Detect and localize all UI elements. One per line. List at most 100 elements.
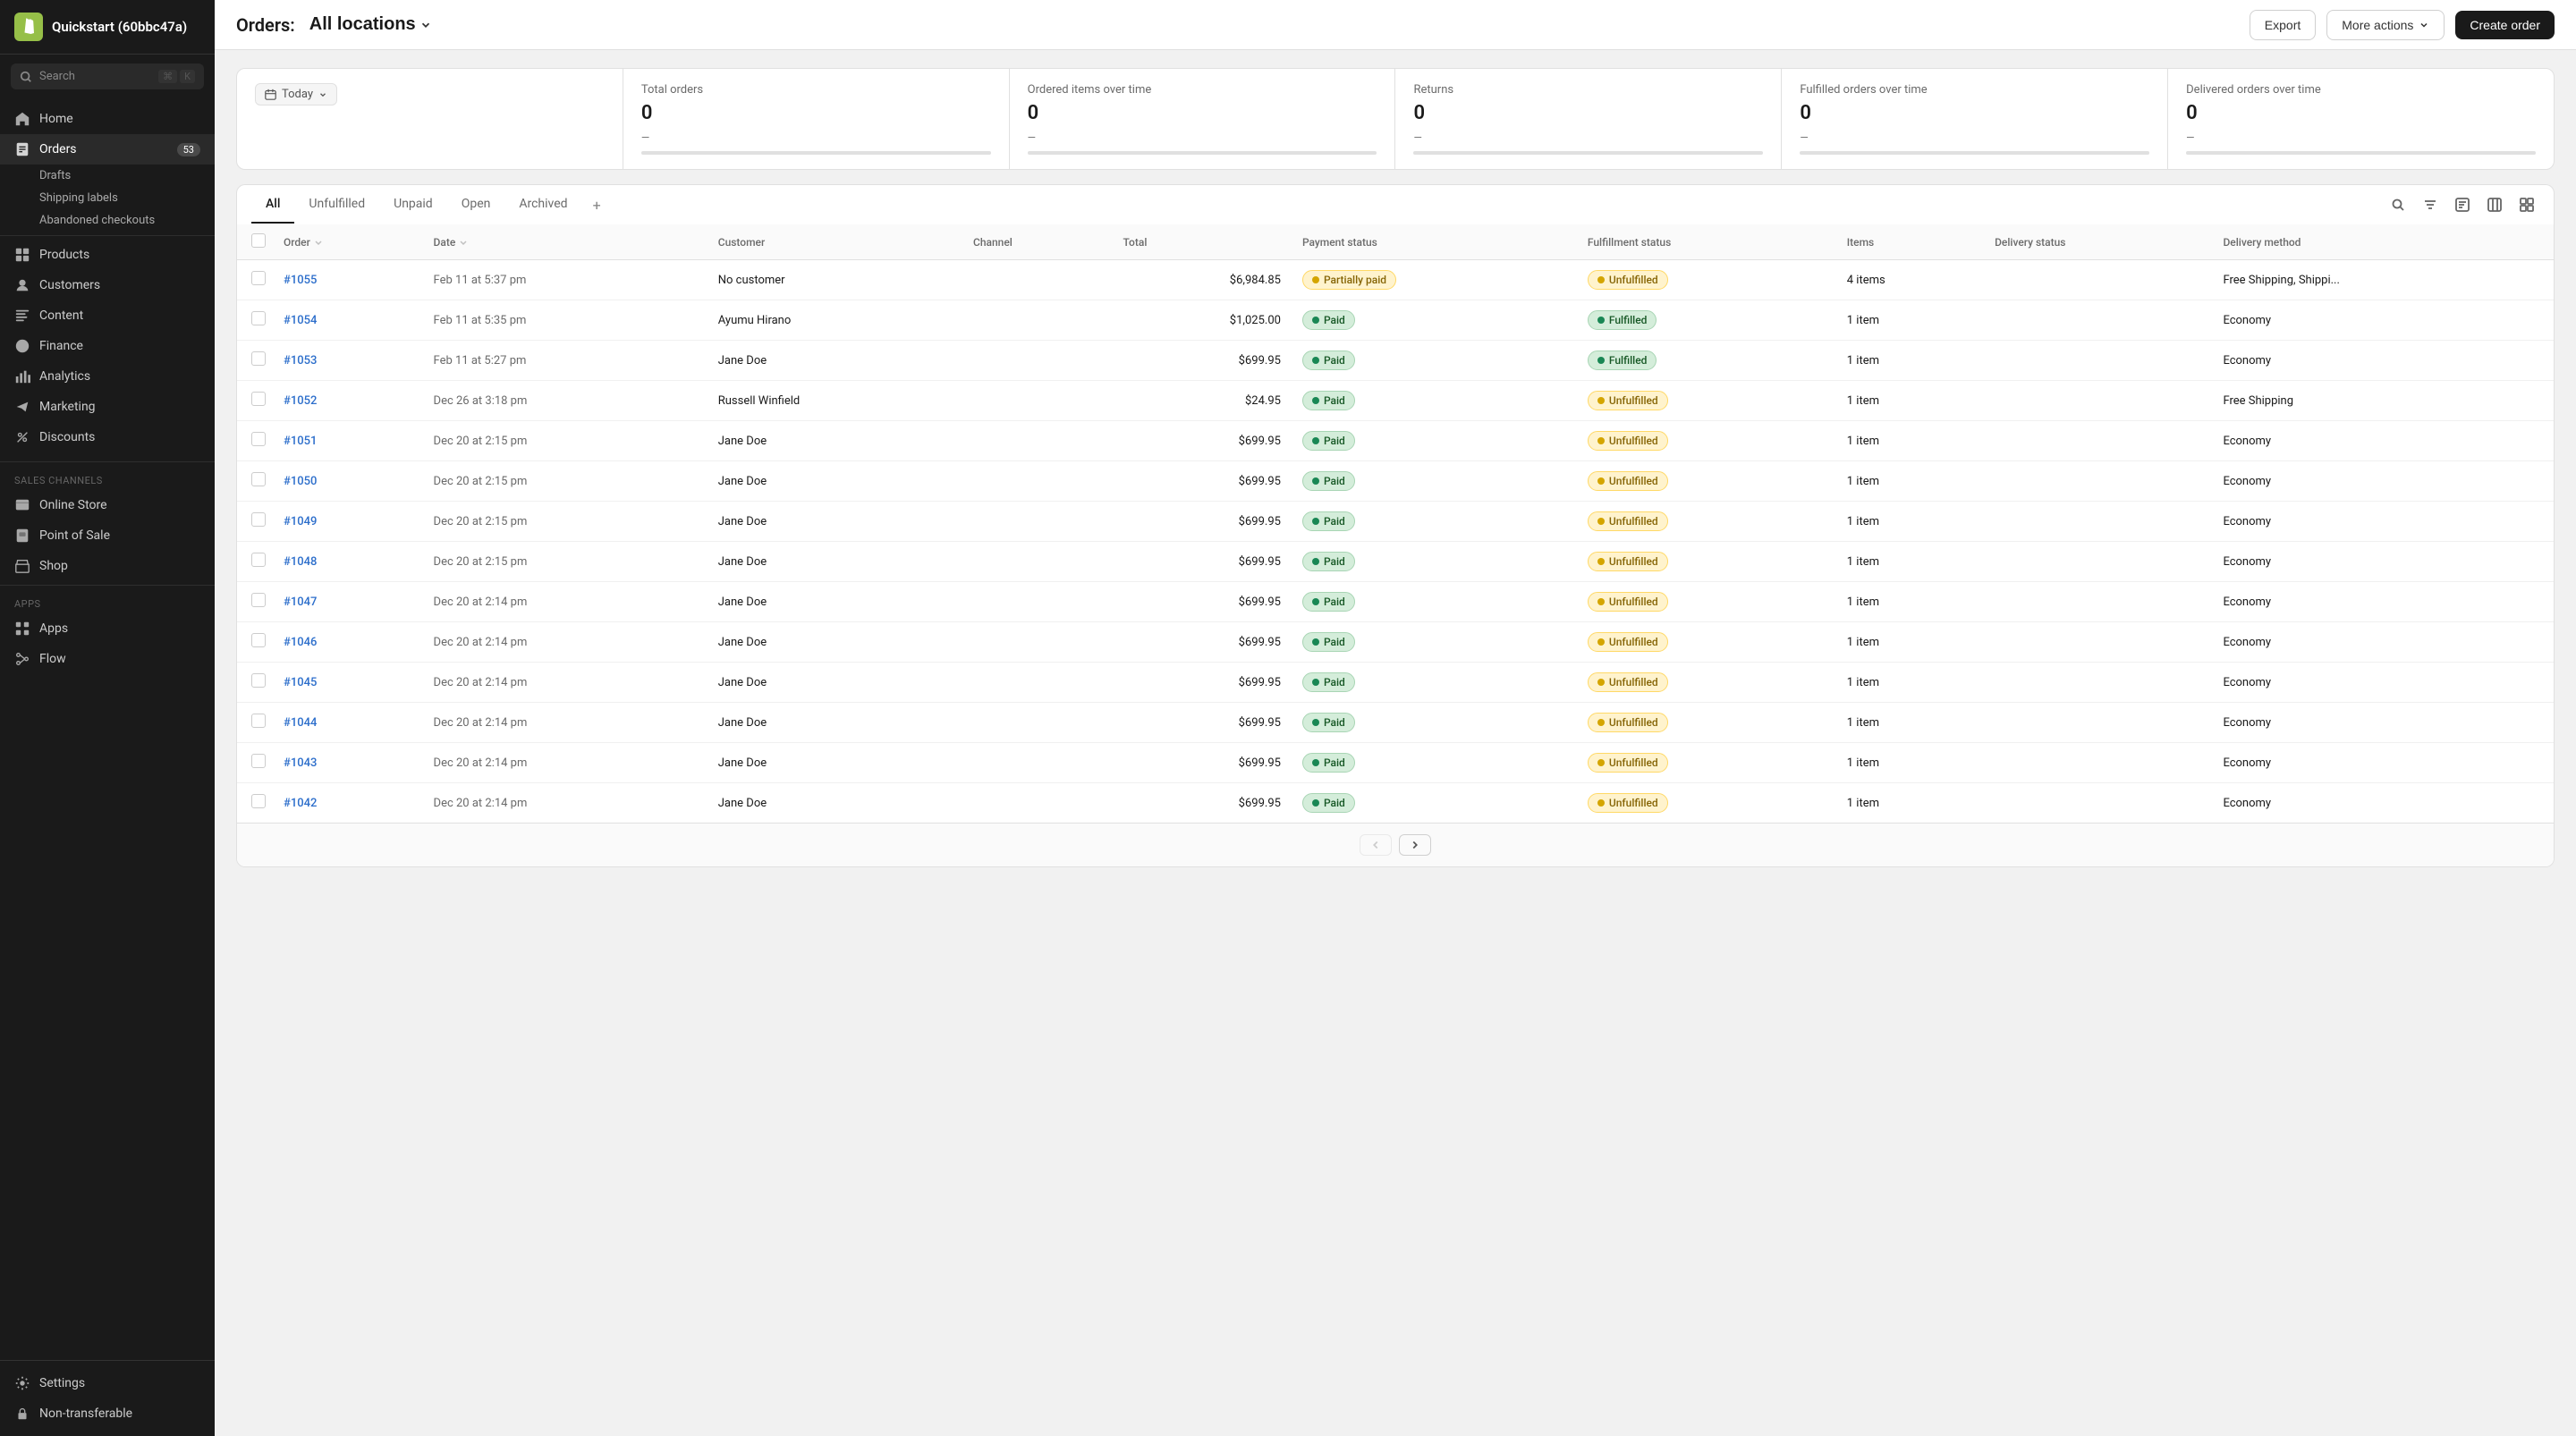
sidebar-item-online-store[interactable]: Online Store: [0, 490, 215, 520]
row-checkbox[interactable]: [251, 351, 266, 366]
order-link[interactable]: #1045: [284, 676, 317, 689]
columns-button[interactable]: [2482, 192, 2507, 217]
order-link[interactable]: #1055: [284, 274, 317, 287]
order-link[interactable]: #1046: [284, 636, 317, 649]
table-row[interactable]: #1046 Dec 20 at 2:14 pm Jane Doe $699.95…: [237, 622, 2554, 663]
sidebar-item-analytics[interactable]: Analytics: [0, 361, 215, 392]
sidebar-item-point-of-sale[interactable]: Point of Sale: [0, 520, 215, 551]
table-row[interactable]: #1050 Dec 20 at 2:15 pm Jane Doe $699.95…: [237, 461, 2554, 502]
sidebar-item-products[interactable]: Products: [0, 240, 215, 270]
sidebar-item-content[interactable]: Content: [0, 300, 215, 331]
sidebar-item-non-transferable[interactable]: Non-transferable: [0, 1398, 215, 1429]
order-link[interactable]: #1054: [284, 314, 317, 327]
row-checkbox[interactable]: [251, 271, 266, 285]
table-row[interactable]: #1051 Dec 20 at 2:15 pm Jane Doe $699.95…: [237, 421, 2554, 461]
col-delivery-method[interactable]: Delivery method: [2212, 224, 2554, 260]
col-total[interactable]: Total: [1113, 224, 1292, 260]
order-link[interactable]: #1043: [284, 756, 317, 770]
sidebar-item-label: Settings: [39, 1376, 85, 1390]
col-customer[interactable]: Customer: [708, 224, 962, 260]
table-row[interactable]: #1054 Feb 11 at 5:35 pm Ayumu Hirano $1,…: [237, 300, 2554, 341]
row-checkbox[interactable]: [251, 593, 266, 607]
add-tab-button[interactable]: +: [582, 188, 612, 223]
sort-button[interactable]: [2450, 192, 2475, 217]
col-payment-status[interactable]: Payment status: [1292, 224, 1577, 260]
export-button[interactable]: Export: [2250, 10, 2316, 40]
search-bar[interactable]: Search ⌘ K: [11, 63, 204, 89]
order-link[interactable]: #1049: [284, 515, 317, 528]
pagination-prev-button[interactable]: [1360, 834, 1392, 856]
more-actions-button[interactable]: More actions: [2326, 10, 2445, 40]
table-row[interactable]: #1042 Dec 20 at 2:14 pm Jane Doe $699.95…: [237, 783, 2554, 824]
tab-archived[interactable]: Archived: [504, 186, 581, 224]
row-checkbox[interactable]: [251, 673, 266, 688]
today-badge[interactable]: Today: [255, 83, 337, 106]
order-link[interactable]: #1044: [284, 716, 317, 730]
order-link[interactable]: #1048: [284, 555, 317, 569]
sidebar-item-settings[interactable]: Settings: [0, 1368, 215, 1398]
filter-button[interactable]: [2418, 192, 2443, 217]
row-checkbox[interactable]: [251, 432, 266, 446]
row-checkbox[interactable]: [251, 794, 266, 808]
sidebar-item-discounts[interactable]: Discounts: [0, 422, 215, 452]
col-channel[interactable]: Channel: [962, 224, 1113, 260]
row-checkbox[interactable]: [251, 714, 266, 728]
table-row[interactable]: #1044 Dec 20 at 2:14 pm Jane Doe $699.95…: [237, 703, 2554, 743]
order-link[interactable]: #1047: [284, 596, 317, 609]
col-items[interactable]: Items: [1836, 224, 1984, 260]
row-checkbox[interactable]: [251, 311, 266, 325]
sidebar-item-apps[interactable]: Apps: [0, 613, 215, 644]
tab-all[interactable]: All: [251, 186, 294, 224]
select-all-checkbox[interactable]: [251, 233, 266, 248]
row-checkbox[interactable]: [251, 754, 266, 768]
order-link[interactable]: #1042: [284, 797, 317, 810]
order-link[interactable]: #1052: [284, 394, 317, 408]
sidebar-item-abandoned-checkouts[interactable]: Abandoned checkouts: [39, 209, 215, 232]
sidebar-item-label: Customers: [39, 278, 100, 292]
table-row[interactable]: #1045 Dec 20 at 2:14 pm Jane Doe $699.95…: [237, 663, 2554, 703]
sidebar-item-marketing[interactable]: Marketing: [0, 392, 215, 422]
col-fulfillment-status[interactable]: Fulfillment status: [1577, 224, 1836, 260]
order-link[interactable]: #1053: [284, 354, 317, 367]
table-row[interactable]: #1049 Dec 20 at 2:15 pm Jane Doe $699.95…: [237, 502, 2554, 542]
table-row[interactable]: #1053 Feb 11 at 5:27 pm Jane Doe $699.95…: [237, 341, 2554, 381]
table-row[interactable]: #1043 Dec 20 at 2:14 pm Jane Doe $699.95…: [237, 743, 2554, 783]
pagination-next-button[interactable]: [1399, 834, 1431, 856]
row-checkbox[interactable]: [251, 472, 266, 486]
table-row[interactable]: #1052 Dec 26 at 3:18 pm Russell Winfield…: [237, 381, 2554, 421]
tab-unpaid[interactable]: Unpaid: [379, 186, 447, 224]
cell-fulfillment-status: Unfulfilled: [1577, 381, 1836, 421]
table-row[interactable]: #1048 Dec 20 at 2:15 pm Jane Doe $699.95…: [237, 542, 2554, 582]
sidebar-item-flow[interactable]: Flow: [0, 644, 215, 674]
sidebar-item-label: Point of Sale: [39, 528, 110, 543]
cell-items: 1 item: [1836, 582, 1984, 622]
cell-customer: Jane Doe: [708, 783, 962, 824]
tab-open[interactable]: Open: [447, 186, 505, 224]
sidebar-item-shop[interactable]: Shop: [0, 551, 215, 581]
table-row[interactable]: #1055 Feb 11 at 5:37 pm No customer $6,9…: [237, 260, 2554, 300]
order-link[interactable]: #1050: [284, 475, 317, 488]
create-order-button[interactable]: Create order: [2455, 11, 2555, 39]
orders-table-wrapper: Order Date Customer Channel Total Paymen…: [236, 224, 2555, 867]
sidebar-item-orders[interactable]: Orders 53: [0, 134, 215, 165]
sidebar-item-home[interactable]: Home: [0, 104, 215, 134]
tab-unfulfilled[interactable]: Unfulfilled: [294, 186, 379, 224]
col-order[interactable]: Order: [273, 224, 423, 260]
sidebar-item-shipping-labels[interactable]: Shipping labels: [39, 187, 215, 209]
location-selector-button[interactable]: All locations: [302, 11, 439, 38]
payment-dot: [1312, 437, 1319, 444]
order-link[interactable]: #1051: [284, 435, 317, 448]
table-row[interactable]: #1047 Dec 20 at 2:14 pm Jane Doe $699.95…: [237, 582, 2554, 622]
row-checkbox[interactable]: [251, 512, 266, 527]
row-checkbox[interactable]: [251, 553, 266, 567]
sidebar-item-customers[interactable]: Customers: [0, 270, 215, 300]
col-delivery-status[interactable]: Delivery status: [1984, 224, 2212, 260]
row-checkbox[interactable]: [251, 633, 266, 647]
row-checkbox[interactable]: [251, 392, 266, 406]
layout-button[interactable]: [2514, 192, 2539, 217]
cell-items: 1 item: [1836, 461, 1984, 502]
sidebar-item-finance[interactable]: Finance: [0, 331, 215, 361]
col-date[interactable]: Date: [423, 224, 708, 260]
search-orders-button[interactable]: [2385, 192, 2411, 217]
sidebar-item-drafts[interactable]: Drafts: [39, 165, 215, 187]
